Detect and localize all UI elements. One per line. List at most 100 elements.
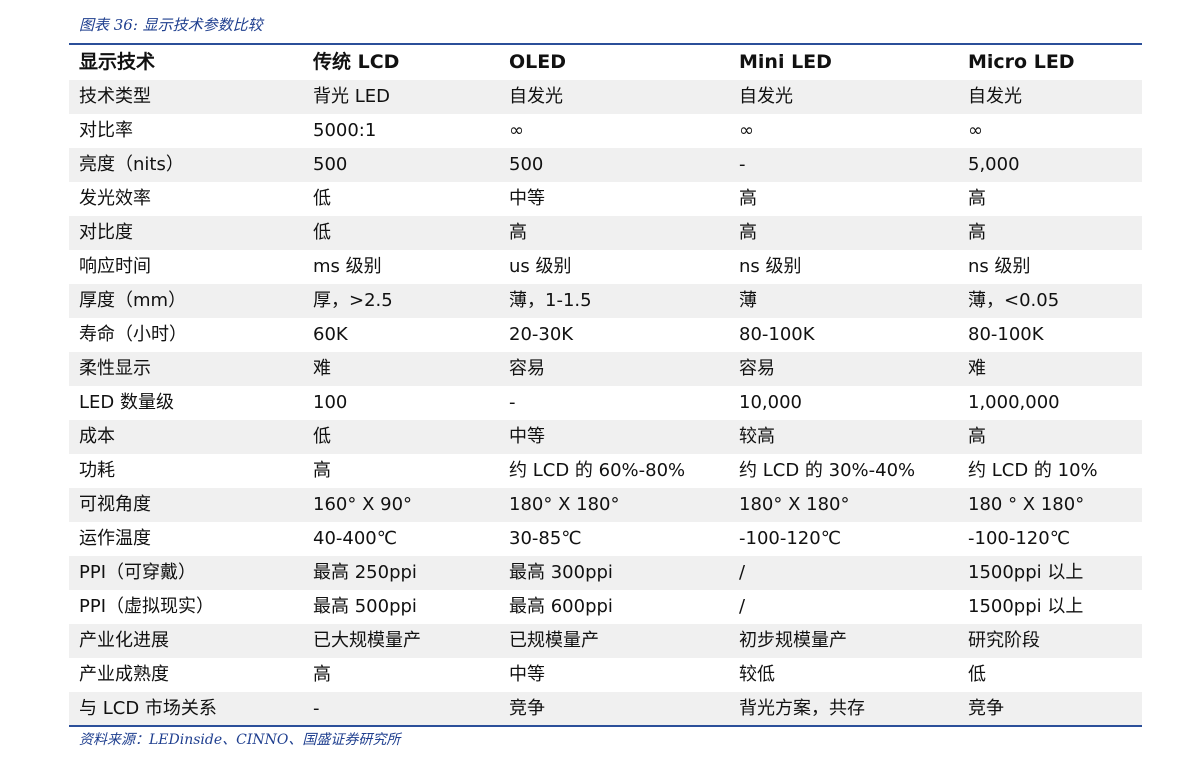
row-label-cell: 成本 — [69, 420, 303, 454]
value-cell: 高 — [958, 420, 1142, 454]
table-row: 发光效率低中等高高 — [69, 182, 1142, 216]
value-cell: 已大规模量产 — [303, 624, 499, 658]
table-row: 产业成熟度高中等 较低低 — [69, 658, 1142, 692]
row-label-cell: PPI（可穿戴） — [69, 556, 303, 590]
value-cell: - — [729, 148, 958, 182]
value-cell: 高 — [499, 216, 729, 250]
value-cell: 竞争 — [958, 692, 1142, 726]
value-cell: 中等 — [499, 420, 729, 454]
table-row: 对比度低高高高 — [69, 216, 1142, 250]
table-bottom-rule — [69, 725, 1142, 727]
value-cell: ∞ — [729, 114, 958, 148]
table-row: 产业化进展 已大规模量产 已规模量产 初步规模量产 研究阶段 — [69, 624, 1142, 658]
value-cell: 中等 — [499, 182, 729, 216]
table-row: PPI（可穿戴） 最高 250ppi 最高 300ppi/1500ppi 以上 — [69, 556, 1142, 590]
value-cell: 60K — [303, 318, 499, 352]
header-cell: 传统 LCD — [313, 51, 400, 73]
value-cell: 80-100K — [958, 318, 1142, 352]
value-cell: 高 — [729, 216, 958, 250]
row-label-cell: LED 数量级 — [69, 386, 303, 420]
value-cell: - — [303, 692, 499, 726]
value-cell: 高 — [958, 182, 1142, 216]
value-cell: 低 — [303, 216, 499, 250]
value-cell: 自发光 — [499, 80, 729, 114]
value-cell: 500 — [499, 148, 729, 182]
row-label-cell: 响应时间 — [69, 250, 303, 284]
value-cell: 最高 250ppi — [303, 556, 499, 590]
row-label-cell: 与 LCD 市场关系 — [69, 692, 303, 726]
table-row: 运作温度 40-400℃ 30-85℃ -100-120℃ -100-120℃ — [69, 522, 1142, 556]
row-label-cell: 产业成熟度 — [69, 658, 303, 692]
value-cell: 约 LCD 的 30%-40% — [729, 454, 958, 488]
value-cell: 研究阶段 — [958, 624, 1142, 658]
table-row: 厚度（mm） 厚，>2.5 薄，1-1.5 薄薄，<0.05 — [69, 284, 1142, 318]
value-cell: - — [499, 386, 729, 420]
value-cell: 高 — [729, 182, 958, 216]
row-label-cell: 寿命（小时） — [69, 318, 303, 352]
value-cell: 20-30K — [499, 318, 729, 352]
value-cell: 1,000,000 — [958, 386, 1142, 420]
value-cell: 约 LCD 的 10% — [958, 454, 1142, 488]
value-cell: 薄 — [729, 284, 958, 318]
value-cell: 自发光 — [958, 80, 1142, 114]
value-cell: 竞争 — [499, 692, 729, 726]
value-cell: 160° X 90° — [303, 488, 499, 522]
value-cell: 5000:1 — [303, 114, 499, 148]
value-cell: 较低 — [729, 658, 958, 692]
table-row: 可视角度 160° X 90° 180° X 180° 180° X 180° 180 … — [69, 488, 1142, 522]
value-cell: 初步规模量产 — [729, 624, 958, 658]
header-cell: Mini LED — [739, 51, 832, 73]
value-cell: 180° X 180° — [499, 488, 729, 522]
value-cell: 约 LCD 的 60%-80% — [499, 454, 729, 488]
value-cell: 高 — [303, 454, 499, 488]
value-cell: 薄，<0.05 — [958, 284, 1142, 318]
table-row: 亮度（nits） 500 500-5,000 — [69, 148, 1142, 182]
table-body: 技术类型 背光 LED 自发光 自发光 自发光 对比率 5000:1 ∞ ∞ ∞ 亮度（nits） 5… — [69, 80, 1142, 726]
value-cell: 1500ppi 以上 — [958, 556, 1142, 590]
table-row: 寿命（小时） 60K 20-30K 80-100K 80-100K — [69, 318, 1142, 352]
header-cell: Micro LED — [968, 51, 1075, 73]
row-label-cell: 发光效率 — [69, 182, 303, 216]
figure-caption: 图表 36: 显示技术参数比较 — [79, 16, 263, 34]
row-label-cell: 可视角度 — [69, 488, 303, 522]
row-label-cell: 亮度（nits） — [69, 148, 303, 182]
header-cell: 显示技术 — [79, 51, 156, 73]
value-cell: 30-85℃ — [499, 522, 729, 556]
row-label-cell: 功耗 — [69, 454, 303, 488]
table-row: LED 数量级 100-10,000 1,000,000 — [69, 386, 1142, 420]
value-cell: 已规模量产 — [499, 624, 729, 658]
value-cell: 背光方案，共存 — [729, 692, 958, 726]
value-cell: 难 — [958, 352, 1142, 386]
value-cell: 低 — [303, 182, 499, 216]
value-cell: -100-120℃ — [958, 522, 1142, 556]
value-cell: 难 — [303, 352, 499, 386]
value-cell: 500 — [303, 148, 499, 182]
value-cell: 180 ° X 180° — [958, 488, 1142, 522]
table-row: 技术类型 背光 LED 自发光 自发光 自发光 — [69, 80, 1142, 114]
value-cell: 容易 — [499, 352, 729, 386]
value-cell: / — [729, 556, 958, 590]
value-cell: ms 级别 — [303, 250, 499, 284]
row-label-cell: 技术类型 — [69, 80, 303, 114]
value-cell: 最高 500ppi — [303, 590, 499, 624]
value-cell: 较高 — [729, 420, 958, 454]
value-cell: 10,000 — [729, 386, 958, 420]
header-row: 显示技术 传统 LCD OLED Mini LED Micro LED — [69, 45, 1142, 80]
value-cell: 容易 — [729, 352, 958, 386]
value-cell: 低 — [303, 420, 499, 454]
row-label-cell: 厚度（mm） — [69, 284, 303, 318]
table-row: 成本低中等 较高高 — [69, 420, 1142, 454]
source-note: 资料来源：LEDinside、CINNO、国盛证券研究所 — [79, 732, 401, 748]
row-label-cell: 柔性显示 — [69, 352, 303, 386]
table-row: 与 LCD 市场关系 - 竞争 背光方案，共存 竞争 — [69, 692, 1142, 726]
value-cell: 40-400℃ — [303, 522, 499, 556]
table-row: PPI（虚拟现实） 最高 500ppi 最高 600ppi/1500ppi 以上 — [69, 590, 1142, 624]
value-cell: ns 级别 — [729, 250, 958, 284]
value-cell: us 级别 — [499, 250, 729, 284]
value-cell: 最高 300ppi — [499, 556, 729, 590]
value-cell: -100-120℃ — [729, 522, 958, 556]
value-cell: 最高 600ppi — [499, 590, 729, 624]
value-cell: 低 — [958, 658, 1142, 692]
value-cell: ∞ — [499, 114, 729, 148]
value-cell: 厚，>2.5 — [303, 284, 499, 318]
